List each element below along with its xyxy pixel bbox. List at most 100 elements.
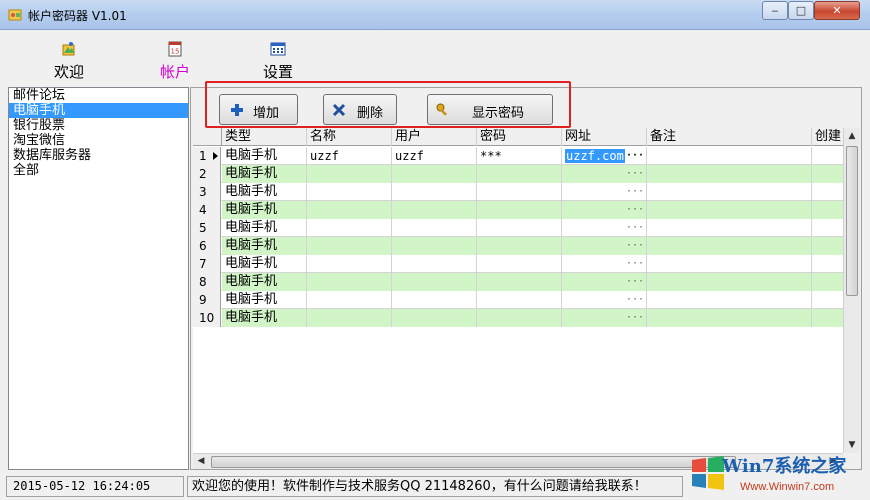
- url-browse-button[interactable]: ···: [626, 219, 644, 237]
- cell-user[interactable]: [392, 237, 477, 255]
- row-number[interactable]: 10: [193, 309, 221, 327]
- vertical-scrollbar[interactable]: ▲ ▼: [843, 128, 860, 453]
- table-row[interactable]: 9 电脑手机 ···: [193, 291, 843, 309]
- cell-url[interactable]: uzzf.com ···: [562, 147, 647, 165]
- cell-user[interactable]: uzzf: [392, 147, 477, 165]
- category-item-database[interactable]: 数据库服务器: [9, 148, 188, 163]
- category-item-computer[interactable]: 电脑手机: [9, 103, 188, 118]
- cell-type[interactable]: 电脑手机: [222, 201, 307, 219]
- table-row[interactable]: 8 电脑手机 ···: [193, 273, 843, 291]
- row-number[interactable]: 9: [193, 291, 221, 309]
- cell-password[interactable]: [477, 237, 562, 255]
- cell-type[interactable]: 电脑手机: [222, 273, 307, 291]
- cell-name[interactable]: [307, 309, 392, 327]
- cell-created[interactable]: [812, 255, 843, 273]
- cell-note[interactable]: [647, 273, 812, 291]
- cell-name[interactable]: [307, 165, 392, 183]
- cell-password[interactable]: [477, 255, 562, 273]
- row-number[interactable]: 2: [193, 165, 221, 183]
- cell-name[interactable]: [307, 237, 392, 255]
- cell-type[interactable]: 电脑手机: [222, 309, 307, 327]
- column-header-created[interactable]: 创建: [812, 128, 843, 146]
- cell-password[interactable]: [477, 309, 562, 327]
- cell-note[interactable]: [647, 183, 812, 201]
- cell-url[interactable]: ···: [562, 165, 647, 183]
- row-number[interactable]: 8: [193, 273, 221, 291]
- vertical-scroll-thumb[interactable]: [846, 146, 858, 296]
- cell-type[interactable]: 电脑手机: [222, 219, 307, 237]
- category-item-mail[interactable]: 邮件论坛: [9, 88, 188, 103]
- delete-button[interactable]: 删除: [323, 94, 397, 125]
- cell-created[interactable]: [812, 183, 843, 201]
- cell-type[interactable]: 电脑手机: [222, 255, 307, 273]
- cell-password[interactable]: [477, 219, 562, 237]
- cell-note[interactable]: [647, 201, 812, 219]
- category-item-bank[interactable]: 银行股票: [9, 118, 188, 133]
- cell-url[interactable]: ···: [562, 273, 647, 291]
- row-number[interactable]: 5: [193, 219, 221, 237]
- row-number[interactable]: 6: [193, 237, 221, 255]
- category-item-taobao[interactable]: 淘宝微信: [9, 133, 188, 148]
- cell-url[interactable]: ···: [562, 291, 647, 309]
- cell-note[interactable]: [647, 237, 812, 255]
- account-table[interactable]: 类型 名称 用户 密码 网址 备注 创建 1 电脑手机 uzzf uzzf *** uzz…: [193, 128, 843, 453]
- cell-url[interactable]: ···: [562, 219, 647, 237]
- column-header-name[interactable]: 名称: [307, 128, 392, 146]
- add-button[interactable]: 增加: [219, 94, 298, 125]
- cell-name[interactable]: [307, 291, 392, 309]
- cell-note[interactable]: [647, 147, 812, 165]
- row-number[interactable]: 7: [193, 255, 221, 273]
- cell-url[interactable]: ···: [562, 237, 647, 255]
- cell-note[interactable]: [647, 309, 812, 327]
- cell-name[interactable]: [307, 183, 392, 201]
- cell-password[interactable]: [477, 201, 562, 219]
- cell-user[interactable]: [392, 273, 477, 291]
- minimize-button[interactable]: ‒: [762, 1, 788, 20]
- cell-created[interactable]: [812, 219, 843, 237]
- cell-note[interactable]: [647, 165, 812, 183]
- cell-url[interactable]: ···: [562, 255, 647, 273]
- cell-created[interactable]: [812, 165, 843, 183]
- cell-user[interactable]: [392, 309, 477, 327]
- table-row[interactable]: 10 电脑手机 ···: [193, 309, 843, 327]
- cell-created[interactable]: [812, 147, 843, 165]
- nav-welcome[interactable]: 欢迎: [39, 41, 99, 82]
- cell-name[interactable]: [307, 273, 392, 291]
- table-row[interactable]: 6 电脑手机 ···: [193, 237, 843, 255]
- cell-user[interactable]: [392, 165, 477, 183]
- cell-name[interactable]: [307, 219, 392, 237]
- row-number[interactable]: 3: [193, 183, 221, 201]
- cell-password[interactable]: [477, 183, 562, 201]
- cell-password[interactable]: [477, 273, 562, 291]
- cell-note[interactable]: [647, 291, 812, 309]
- cell-password[interactable]: [477, 165, 562, 183]
- cell-type[interactable]: 电脑手机: [222, 147, 307, 165]
- table-row[interactable]: 5 电脑手机 ···: [193, 219, 843, 237]
- url-browse-button[interactable]: ···: [626, 273, 644, 291]
- cell-user[interactable]: [392, 219, 477, 237]
- url-browse-button[interactable]: ···: [626, 147, 644, 165]
- url-browse-button[interactable]: ···: [626, 165, 644, 183]
- url-browse-button[interactable]: ···: [626, 237, 644, 255]
- cell-type[interactable]: 电脑手机: [222, 291, 307, 309]
- cell-created[interactable]: [812, 309, 843, 327]
- table-row[interactable]: 4 电脑手机 ···: [193, 201, 843, 219]
- column-header-note[interactable]: 备注: [647, 128, 812, 146]
- cell-created[interactable]: [812, 201, 843, 219]
- cell-name[interactable]: [307, 255, 392, 273]
- close-button[interactable]: ✕: [814, 1, 860, 20]
- url-browse-button[interactable]: ···: [626, 309, 644, 327]
- cell-type[interactable]: 电脑手机: [222, 165, 307, 183]
- cell-user[interactable]: [392, 183, 477, 201]
- table-row[interactable]: 1 电脑手机 uzzf uzzf *** uzzf.com ···: [193, 147, 843, 165]
- cell-url[interactable]: ···: [562, 183, 647, 201]
- cell-created[interactable]: [812, 273, 843, 291]
- url-browse-button[interactable]: ···: [626, 291, 644, 309]
- cell-type[interactable]: 电脑手机: [222, 237, 307, 255]
- cell-user[interactable]: [392, 291, 477, 309]
- table-row[interactable]: 7 电脑手机 ···: [193, 255, 843, 273]
- cell-note[interactable]: [647, 219, 812, 237]
- category-item-all[interactable]: 全部: [9, 163, 188, 178]
- category-list[interactable]: 邮件论坛 电脑手机 银行股票 淘宝微信 数据库服务器 全部: [8, 87, 189, 470]
- cell-created[interactable]: [812, 237, 843, 255]
